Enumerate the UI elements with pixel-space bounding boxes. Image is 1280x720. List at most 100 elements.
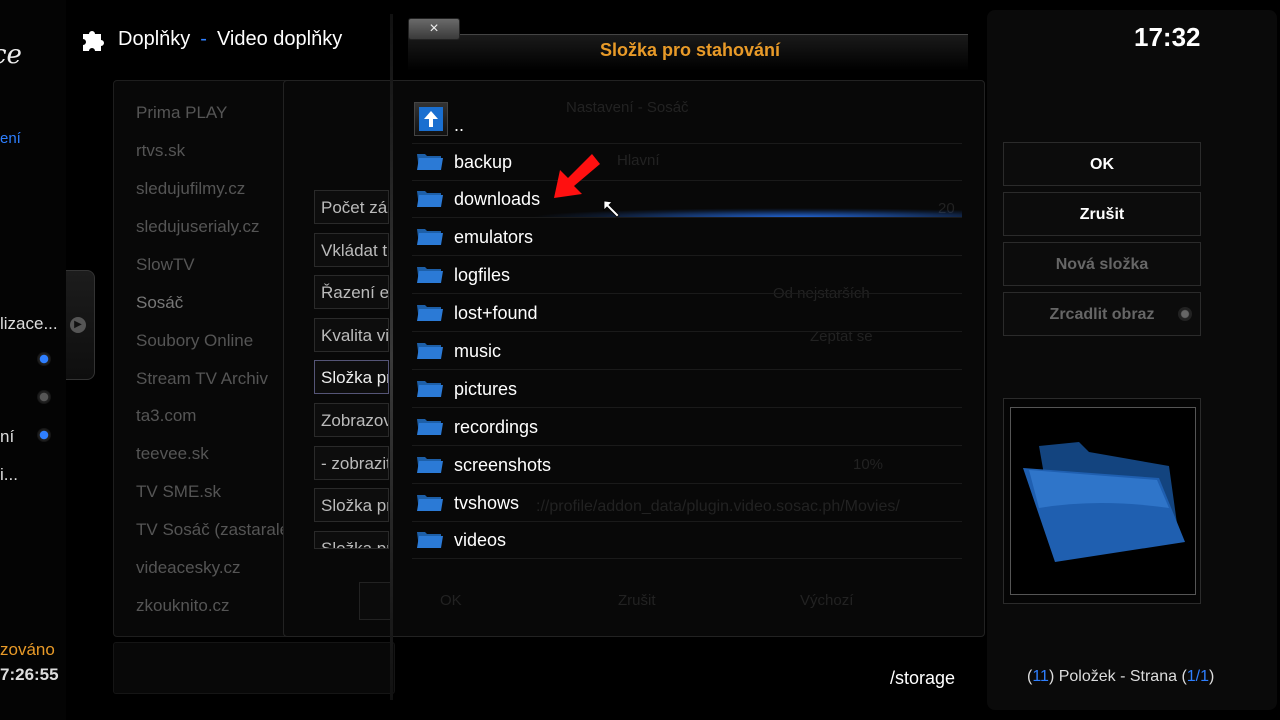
bottom-info-bar: [113, 642, 395, 694]
setting-row[interactable]: - zobrazit: [314, 446, 389, 480]
folder-label: lost+found: [454, 303, 538, 323]
list-item[interactable]: SlowTV: [136, 255, 195, 275]
app-logo-fragment: ce: [0, 40, 22, 70]
folder-icon: [417, 154, 443, 170]
folder-row[interactable]: logfiles: [412, 256, 962, 294]
list-item[interactable]: videacesky.cz: [136, 558, 241, 578]
mirror-image-label: Zrcadlit obraz: [1049, 306, 1155, 323]
cancel-button[interactable]: Zrušit: [1003, 192, 1201, 236]
folder-row[interactable]: recordings: [412, 408, 962, 446]
folder-label: backup: [454, 152, 513, 172]
status-fragment: zováno: [0, 640, 55, 659]
list-item[interactable]: rtvs.sk: [136, 141, 185, 161]
folder-row[interactable]: tvshows: [412, 484, 962, 522]
list-item[interactable]: Prima PLAY: [136, 103, 227, 123]
ok-button[interactable]: OK: [1003, 142, 1201, 186]
folder-row[interactable]: videos: [412, 521, 962, 559]
folder-label: logfiles: [454, 265, 511, 285]
close-button[interactable]: ×: [408, 18, 460, 40]
folder-icon: [417, 267, 443, 283]
folder-icon: [417, 343, 443, 359]
setting-row[interactable]: Vkládat titulky: [314, 233, 389, 267]
folder-icon: [417, 457, 443, 473]
folder-up-row[interactable]: ..: [412, 102, 962, 144]
breadcrumb: Doplňky - Video doplňky: [80, 22, 342, 56]
folder-row[interactable]: emulators: [412, 218, 962, 256]
setting-row[interactable]: Složka pro seriály: [314, 531, 389, 549]
left-menu-item-2[interactable]: ní: [0, 427, 14, 447]
folder-label: screenshots: [454, 455, 552, 475]
setting-row[interactable]: Počet záznamů: [314, 190, 389, 224]
folder-row-focused[interactable]: downloads: [412, 180, 962, 218]
toggle-on-icon[interactable]: [37, 428, 51, 442]
folder-up-icon: [414, 102, 448, 136]
folder-label: emulators: [454, 227, 534, 247]
left-menu-item-1[interactable]: lizace...: [0, 314, 58, 334]
folder-row[interactable]: lost+found: [412, 294, 962, 332]
folder-label: pictures: [454, 379, 518, 399]
folder-label: downloads: [454, 189, 541, 209]
list-item[interactable]: teevee.sk: [136, 444, 209, 464]
chevron-right-icon: ▶: [70, 317, 86, 333]
folder-icon: [417, 381, 443, 397]
folder-icon: [417, 191, 443, 207]
left-menu-item-active[interactable]: ení: [0, 130, 21, 147]
setting-row[interactable]: Řazení epizod: [314, 275, 389, 309]
folder-row[interactable]: backup: [412, 143, 962, 181]
folder-icon: [417, 229, 443, 245]
dialog-title: Složka pro stahování: [599, 40, 781, 60]
folder-row[interactable]: screenshots: [412, 446, 962, 484]
folder-label: recordings: [454, 417, 539, 437]
current-path: /storage: [890, 668, 956, 688]
breadcrumb-section: Doplňky: [118, 27, 191, 50]
new-folder-button[interactable]: Nová složka: [1003, 242, 1201, 286]
folder-row[interactable]: pictures: [412, 370, 962, 408]
list-item[interactable]: sledujufilmy.cz: [136, 179, 245, 199]
list-item[interactable]: Soubory Online: [136, 331, 253, 351]
folder-label: music: [454, 341, 502, 361]
puzzle-icon: [83, 31, 104, 51]
setting-row[interactable]: Kvalita videa: [314, 318, 389, 352]
list-item[interactable]: ta3.com: [136, 406, 196, 426]
mirror-image-toggle[interactable]: Zrcadlit obraz: [1003, 292, 1201, 336]
folder-icon: [417, 419, 443, 435]
setting-row[interactable]: Zobrazovat: [314, 403, 389, 437]
folder-icon: [417, 495, 443, 511]
clock: 17:32: [1134, 22, 1201, 52]
folder-icon: [417, 532, 443, 548]
left-menu-item-3[interactable]: i...: [0, 465, 18, 485]
breadcrumb-separator: -: [200, 27, 207, 50]
red-arrow-icon: [554, 154, 600, 198]
breadcrumb-subsection: Video doplňky: [216, 27, 343, 50]
folder-label: videos: [454, 530, 507, 550]
folder-label: tvshows: [454, 493, 520, 513]
setting-row[interactable]: Složka pro filmy: [314, 488, 389, 522]
status-close: ): [1209, 668, 1215, 685]
folder-icon: [417, 305, 443, 321]
list-item[interactable]: TV Sosáč (zastaralé): [136, 520, 295, 540]
status-count: 11: [1032, 668, 1049, 685]
status-page: 1/1: [1186, 668, 1210, 685]
folder-up-label: ..: [454, 115, 465, 135]
large-folder-icon: [1023, 442, 1185, 562]
item-count-status: (11) Položek - Strana (1/1): [1027, 668, 1214, 686]
mouse-cursor-icon: [603, 200, 620, 218]
folder-preview-frame: [1010, 407, 1196, 595]
list-item[interactable]: zkouknito.cz: [136, 596, 230, 616]
right-panel: [987, 10, 1277, 710]
toggle-off-icon[interactable]: [37, 390, 51, 404]
time-fragment: 7:26:55: [0, 665, 59, 684]
list-item[interactable]: Stream TV Archiv: [136, 369, 268, 389]
status-middle: ) Položek - Strana (: [1048, 668, 1187, 685]
list-item[interactable]: Sosáč: [136, 293, 183, 313]
left-menu-sliver: ce ení lizace... ní i... zováno 7:26:55: [0, 0, 66, 720]
setting-row-selected[interactable]: Složka pro stahování: [314, 360, 389, 394]
folder-row[interactable]: music: [412, 332, 962, 370]
list-item[interactable]: TV SME.sk: [136, 482, 221, 502]
list-item[interactable]: sledujuserialy.cz: [136, 217, 259, 237]
settings-ok-button-bg[interactable]: [359, 582, 392, 620]
radio-off-icon: [1178, 307, 1192, 321]
folder-preview: [1003, 398, 1201, 604]
side-menu-tab[interactable]: ▶: [66, 270, 95, 380]
toggle-on-icon[interactable]: [37, 352, 51, 366]
